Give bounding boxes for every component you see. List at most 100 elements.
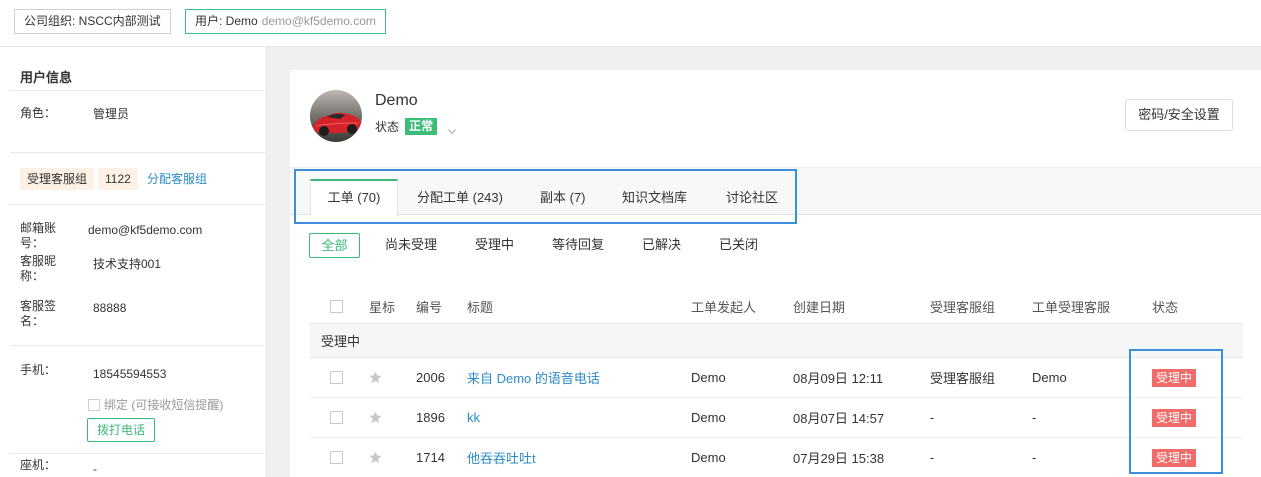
ticket-group: - [930,450,935,465]
tab-community[interactable]: 讨论社区 [726,190,778,206]
table-header: 星标 编号 标题 工单发起人 创建日期 受理客服组 工单受理客服 状态 [310,290,1243,324]
status-cell: 受理中 [1152,438,1197,477]
select-all-checkbox[interactable] [330,300,343,313]
filter-awaiting-reply[interactable]: 等待回复 [552,237,604,253]
profile-name: Demo [375,92,418,109]
tab-assigned-tickets[interactable]: 分配工单 (243) [417,190,503,206]
title-cell: 来自 Demo 的语音电话 [467,358,600,397]
ticket-title-link[interactable]: 他吞吞吐吐t [467,448,536,467]
sms-bind-checkbox[interactable] [88,399,100,411]
status-badge: 正常 [405,118,437,135]
signature-label: 客服签名： [20,299,57,328]
filter-all[interactable]: 全部 [309,233,360,258]
column-header-requester[interactable]: 工单发起人 [691,290,756,323]
star-icon[interactable] [369,411,382,424]
ticket-id: 1896 [416,410,445,425]
star-icon[interactable] [369,451,382,464]
title-cell: kk [467,398,480,437]
signature-value: 88888 [93,301,127,315]
ticket-created: 07月29日 15:38 [793,451,885,466]
ticket-agent: - [1032,410,1037,425]
user-email: demo@kf5demo.com [261,14,376,28]
ticket-agent: - [1032,450,1037,465]
tab-tickets[interactable]: 工单 (70) [310,179,398,216]
table-group-row: 受理中 [310,324,1243,358]
ticket-requester: Demo [691,410,726,425]
tab-knowledge-base[interactable]: 知识文档库 [622,190,687,206]
divider [10,152,266,153]
row-checkbox[interactable] [330,371,343,384]
main-panel: Demo 状态 正常 密码/安全设置 工单 (70) 分配工单 (243) 副本… [290,70,1261,477]
ticket-created: 08月09日 12:11 [793,371,884,386]
divider [10,345,266,346]
organization-tag[interactable]: 公司组织: NSCC内部测试 [14,9,171,34]
column-header-group[interactable]: 受理客服组 [930,290,995,323]
nickname-value: 技术支持001 [93,257,162,271]
divider [10,204,266,205]
filter-unassigned[interactable]: 尚未受理 [385,237,437,253]
ticket-status-badge: 受理中 [1152,408,1197,427]
checkbox-cell [330,438,343,477]
user-info-sidebar: 用户信息 角色： 管理员 受理客服组 1122 分配客服组 邮箱账号： demo… [0,47,267,477]
ticket-requester: Demo [691,370,726,385]
ticket-group: - [930,410,935,425]
nickname-label: 客服昵称： [20,254,57,283]
title-cell: 他吞吞吐吐t [467,438,536,477]
filter-in-progress[interactable]: 受理中 [475,237,514,253]
star-cell [369,358,382,397]
mobile-label: 手机： [20,363,57,377]
divider [10,90,266,91]
column-header-created[interactable]: 创建日期 [793,290,845,323]
status-cell: 受理中 [1152,358,1197,397]
organization-label: 公司组织: NSCC内部测试 [24,14,161,28]
assign-group-link[interactable]: 分配客服组 [147,171,207,187]
sidebar-title: 用户信息 [20,70,73,85]
group-label: 受理中 [321,334,361,349]
password-security-button[interactable]: 密码/安全设置 [1125,99,1233,131]
top-bar: 公司组织: NSCC内部测试 用户: Demo demo@kf5demo.com [0,0,1261,47]
mobile-value: 18545594553 [93,367,167,381]
ticket-title-link[interactable]: kk [467,410,480,425]
column-header-status[interactable]: 状态 [1152,290,1178,323]
row-checkbox[interactable] [330,411,343,424]
user-tag[interactable]: 用户: Demo demo@kf5demo.com [185,9,386,34]
status-label: 状态 [375,120,400,134]
column-header-title[interactable]: 标题 [467,290,493,323]
role-value: 管理员 [93,107,130,121]
agent-group-id-tag: 1122 [98,168,138,190]
table-row[interactable]: 2006 来自 Demo 的语音电话 Demo 08月09日 12:11 受理客… [310,358,1243,398]
sms-bind-label: 绑定 (可接收短信提醒) [104,398,224,412]
tab-cc[interactable]: 副本 (7) [540,190,586,206]
checkbox-cell [330,398,343,437]
table-row[interactable]: 1896 kk Demo 08月07日 14:57 - - 受理中 [310,398,1243,438]
ticket-status-badge: 受理中 [1152,368,1197,387]
filter-solved[interactable]: 已解决 [642,237,681,253]
ticket-id: 2006 [416,370,445,385]
row-checkbox[interactable] [330,451,343,464]
column-header-star[interactable]: 星标 [369,290,395,323]
status-cell: 受理中 [1152,398,1197,437]
email-value: demo@kf5demo.com [88,223,203,237]
ticket-created: 08月07日 14:57 [793,411,885,426]
ticket-requester: Demo [691,450,726,465]
star-icon[interactable] [369,371,382,384]
avatar[interactable] [310,90,362,142]
chevron-down-icon[interactable] [448,123,456,135]
ticket-group: 受理客服组 [930,371,996,386]
table-row[interactable]: 1714 他吞吞吐吐t Demo 07月29日 15:38 - - 受理中 [310,438,1243,477]
role-label: 角色： [20,106,57,120]
agent-group-tag: 受理客服组 [20,168,95,190]
ticket-title-link[interactable]: 来自 Demo 的语音电话 [467,368,600,387]
star-cell [369,398,382,437]
column-header-agent[interactable]: 工单受理客服 [1032,290,1110,323]
header-checkbox-cell [330,290,343,323]
call-button[interactable]: 拨打电话 [87,418,155,442]
email-label: 邮箱账号： [20,221,57,250]
user-name: 用户: Demo [195,14,258,28]
ticket-status-badge: 受理中 [1152,448,1197,467]
filter-closed[interactable]: 已关闭 [719,237,758,253]
star-cell [369,438,382,477]
column-header-id[interactable]: 编号 [416,290,442,323]
divider [10,453,266,454]
checkbox-cell [330,358,343,397]
